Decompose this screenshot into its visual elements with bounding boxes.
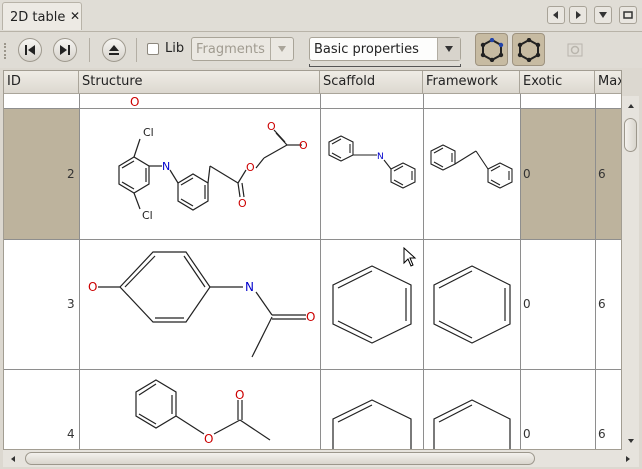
row-max: 6 (598, 297, 606, 311)
eject-icon (109, 45, 119, 55)
tab-2d-table[interactable]: 2D table ✕ (2, 2, 82, 30)
framework-benzene (433, 399, 511, 449)
mouse-cursor-icon (403, 247, 417, 267)
triangle-left-icon (553, 11, 558, 19)
scroll-down-arrow[interactable] (623, 433, 638, 448)
column-header-structure[interactable]: Structure (79, 71, 320, 94)
scaffold-diphenylamine: N (328, 135, 416, 189)
chevron-down-icon (627, 438, 634, 443)
vertical-scroll-thumb[interactable] (624, 118, 637, 152)
tab-list-button[interactable] (594, 6, 612, 24)
row-exotic: 0 (523, 167, 531, 181)
chevron-left-icon (10, 455, 15, 462)
chevron-down-icon (599, 12, 607, 18)
lib-label: Lib (165, 41, 185, 56)
svg-text:O: O (246, 161, 255, 174)
row-max: 6 (598, 427, 606, 441)
toolbar-separator (89, 38, 90, 62)
lib-checkbox[interactable] (147, 43, 159, 55)
svg-text:O: O (235, 388, 244, 402)
data-table: ID Structure Scaffold Framework Exotic M… (3, 70, 622, 450)
row-id: 3 (67, 297, 75, 311)
fragments-select-value: Fragments (196, 42, 265, 57)
row-exotic: 0 (523, 297, 531, 311)
row-id: 2 (67, 167, 75, 181)
vertical-scrollbar[interactable] (622, 96, 639, 450)
scaffold-benzene (332, 399, 412, 449)
first-record-button[interactable] (18, 38, 42, 62)
svg-text:Cl: Cl (143, 126, 154, 139)
partial-structure-atom: O (130, 95, 140, 109)
toolbar-grip[interactable] (4, 43, 9, 59)
eject-button[interactable] (102, 38, 126, 62)
close-icon[interactable]: ✕ (70, 9, 80, 23)
svg-text:O: O (88, 280, 97, 294)
svg-text:O: O (306, 310, 315, 324)
scroll-up-arrow[interactable] (623, 98, 638, 113)
skip-forward-icon (60, 45, 70, 55)
hexagon-ring-icon (480, 37, 503, 62)
chevron-up-icon (627, 103, 634, 108)
row-id: 4 (67, 427, 75, 441)
maximize-button[interactable] (619, 6, 637, 24)
framework-diphenylmethane (430, 144, 513, 189)
skip-back-icon (25, 45, 35, 55)
svg-text:N: N (377, 152, 384, 162)
refresh-icon (567, 43, 583, 57)
properties-select-underline (309, 64, 461, 67)
column-header-framework[interactable]: Framework (423, 71, 520, 94)
svg-text:O: O (204, 432, 213, 446)
column-header-max[interactable]: Max (595, 71, 621, 94)
row-exotic: 0 (523, 427, 531, 441)
svg-text:N: N (162, 160, 170, 173)
column-header-exotic[interactable]: Exotic (520, 71, 595, 94)
structure-paracetamol: O N O (88, 251, 315, 358)
svg-text:O: O (238, 197, 247, 210)
svg-text:O: O (267, 120, 276, 133)
structure-phenyl-acetate: O O (135, 379, 271, 446)
properties-select-value: Basic properties (314, 42, 419, 57)
selected-cell-bg (520, 109, 595, 239)
hexagon-ring-icon (517, 37, 540, 62)
last-record-button[interactable] (53, 38, 77, 62)
chevron-down-icon (437, 38, 460, 60)
horizontal-scroll-thumb[interactable] (25, 452, 535, 465)
row-max: 6 (598, 167, 606, 181)
chevron-right-icon (625, 455, 630, 462)
svg-text:N: N (245, 280, 254, 294)
tab-label: 2D table (10, 10, 66, 25)
properties-select[interactable]: Basic properties (309, 37, 461, 61)
maximize-icon (623, 11, 633, 19)
scroll-left-arrow[interactable] (5, 451, 20, 466)
scroll-tabs-left-button[interactable] (547, 6, 565, 24)
chevron-down-icon (270, 38, 293, 60)
horizontal-scrollbar[interactable] (3, 450, 639, 467)
svg-text:Cl: Cl (142, 209, 153, 222)
framework-view-toggle[interactable] (512, 33, 545, 66)
column-header-id[interactable]: ID (4, 71, 79, 94)
column-header-scaffold[interactable]: Scaffold (320, 71, 423, 94)
toolbar-separator (136, 38, 137, 62)
structure-diclofenac-ester: Cl Cl N O O O O (118, 120, 308, 222)
export-button[interactable] (563, 38, 587, 62)
scaffold-view-toggle[interactable] (475, 33, 508, 66)
svg-text:O: O (299, 139, 308, 152)
triangle-right-icon (576, 11, 581, 19)
scroll-tabs-right-button[interactable] (569, 6, 587, 24)
tab-bar: 2D table ✕ (0, 0, 642, 32)
scroll-right-arrow[interactable] (620, 451, 635, 466)
framework-benzene (433, 265, 511, 344)
fragments-select[interactable]: Fragments (191, 37, 294, 61)
